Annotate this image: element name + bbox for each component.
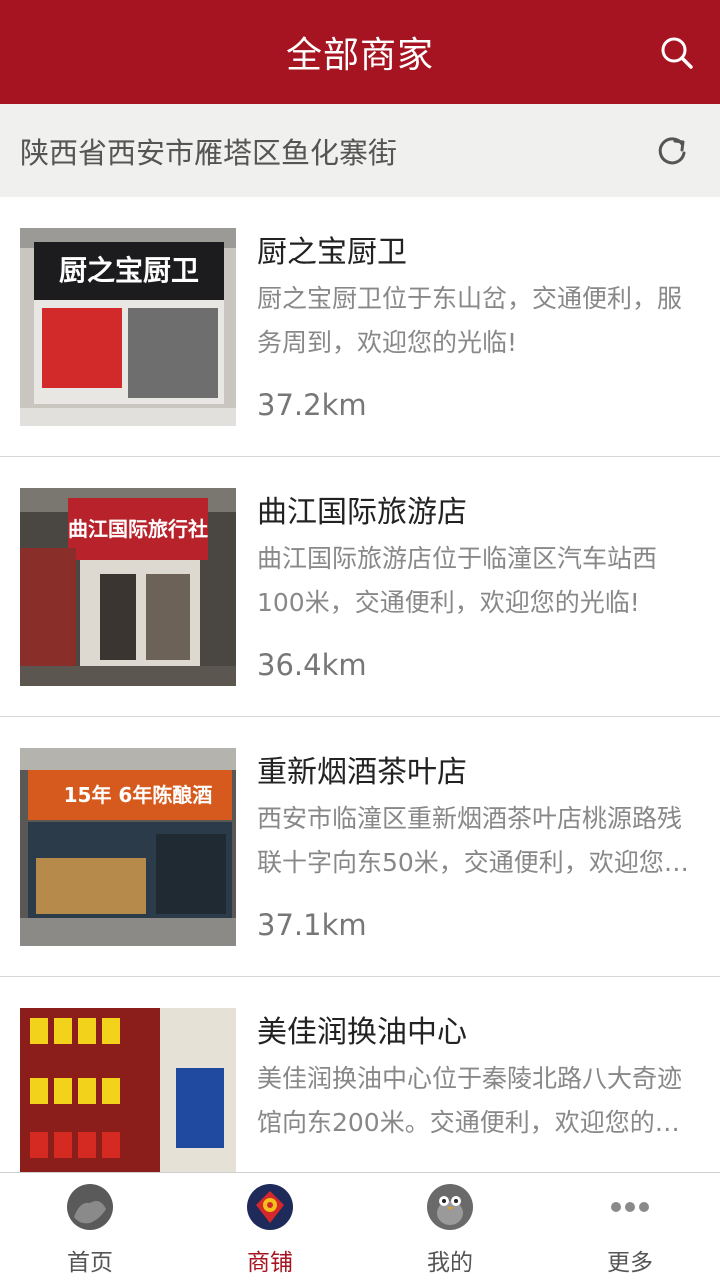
tab-home[interactable]: 首页 [0,1173,180,1280]
bottom-tab-bar: 首页 商铺 我的 更多 [0,1172,720,1280]
merchant-photo: 厨之宝厨卫 [20,228,236,426]
store-sign-text: 厨之宝厨卫 [59,254,199,287]
merchant-distance: 36.4km [257,648,367,682]
merchant-description: 厨之宝厨卫位于东山岔，交通便利，服务周到，欢迎您的光临! [257,284,683,357]
merchant-description: 西安市临潼区重新烟酒茶叶店桃源路残联十字向东50米，交通便利，欢迎您的光临! [257,804,689,877]
home-icon [67,1184,113,1230]
merchant-name: 厨之宝厨卫 [257,235,407,270]
page-title: 全部商家 [285,35,434,76]
tab-shop[interactable]: 商铺 [180,1173,360,1280]
more-icon [611,1202,649,1212]
merchant-name: 重新烟酒茶叶店 [257,755,467,790]
location-text: 陕西省西安市雁塔区鱼化寨街 [20,135,398,170]
merchant-name: 曲江国际旅游店 [257,495,467,530]
merchant-distance: 37.2km [257,388,367,422]
shop-icon [247,1184,293,1230]
merchant-photo: 15年 6年陈酿酒 [20,748,236,946]
tab-label: 更多 [607,1250,653,1276]
merchant-photo [20,1008,236,1172]
search-icon[interactable] [660,36,694,70]
tab-label: 商铺 [247,1250,293,1276]
merchant-item[interactable]: 美佳润换油中心 美佳润换油中心位于秦陵北路八大奇迹馆向东200米。交通便利，欢迎… [0,977,720,1172]
header-bar: 全部商家 [0,0,720,104]
tab-profile[interactable]: 我的 [360,1173,540,1280]
merchant-item[interactable]: 15年 6年陈酿酒 重新烟酒茶叶店 西安市临潼区重新烟酒茶叶店桃源路残联十字向东… [0,717,720,977]
merchant-list: 厨之宝厨卫 厨之宝厨卫 厨之宝厨卫位于东山岔，交通便利，服务周到，欢迎您的光临!… [0,197,720,1172]
refresh-icon[interactable] [656,134,688,168]
merchant-name: 美佳润换油中心 [257,1015,467,1050]
location-bar: 陕西省西安市雁塔区鱼化寨街 [0,104,720,197]
store-sign-text: 15年 6年陈酿酒 [64,783,213,807]
tab-more[interactable]: 更多 [540,1173,720,1280]
merchant-description: 曲江国际旅游店位于临潼区汽车站西100米，交通便利，欢迎您的光临! [257,544,658,617]
merchant-item[interactable]: 厨之宝厨卫 厨之宝厨卫 厨之宝厨卫位于东山岔，交通便利，服务周到，欢迎您的光临!… [0,197,720,457]
store-sign-text: 曲江国际旅行社 [68,517,208,541]
tab-label: 我的 [427,1250,473,1276]
merchant-description: 美佳润换油中心位于秦陵北路八大奇迹馆向东200米。交通便利，欢迎您的光临! [257,1064,683,1137]
merchant-distance: 37.1km [257,908,367,942]
merchant-item[interactable]: 曲江国际旅行社 曲江国际旅游店 曲江国际旅游店位于临潼区汽车站西100米，交通便… [0,457,720,717]
tab-label: 首页 [67,1250,113,1276]
merchant-photo: 曲江国际旅行社 [20,488,236,686]
profile-icon [427,1184,473,1230]
